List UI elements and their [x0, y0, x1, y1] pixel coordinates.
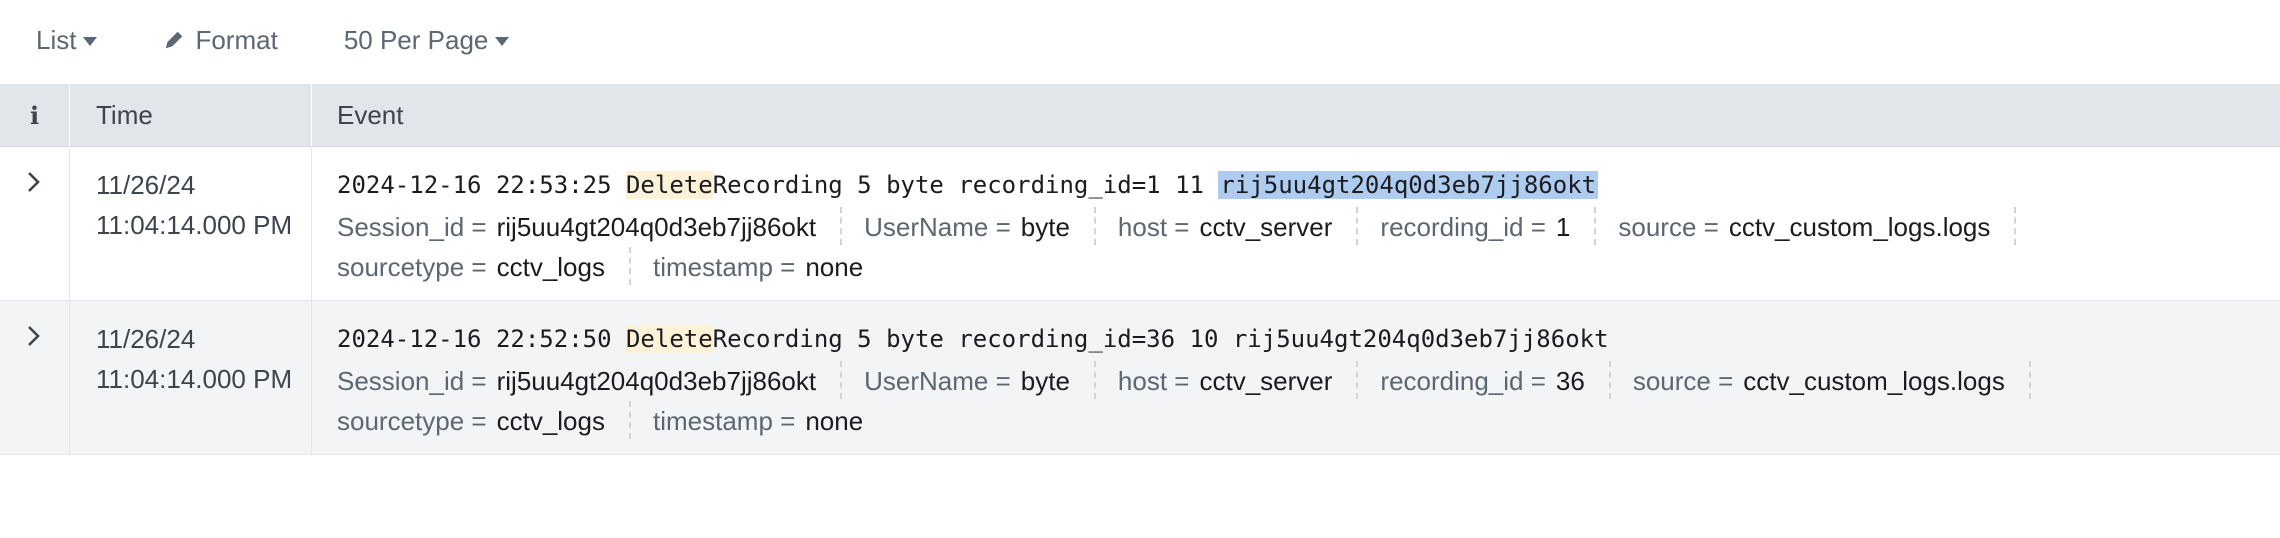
field-recording-id[interactable]: recording_id = 36 [1380, 361, 1584, 401]
search-term-highlight[interactable]: Delete [625, 171, 713, 199]
field-key: sourcetype = [337, 406, 487, 436]
event-header-label: Event [337, 100, 404, 130]
raw-body: Recording 5 byte recording_id=36 10 rij5… [712, 325, 1609, 353]
event-fields: Session_id = rij5uu4gt204q0d3eb7jj86okt U… [337, 207, 2137, 287]
raw-event-text[interactable]: 2024-12-16 22:52:50 DeleteRecording 5 by… [337, 321, 2280, 357]
field-key: source = [1618, 212, 1719, 242]
event-cell: 2024-12-16 22:52:50 DeleteRecording 5 by… [312, 301, 2280, 441]
pencil-icon [166, 31, 183, 49]
field-value[interactable]: cctv_custom_logs.logs [1743, 361, 2005, 401]
list-view-dropdown[interactable]: List [36, 24, 98, 56]
time-header-label: Time [96, 100, 153, 130]
field-value[interactable]: 36 [1556, 361, 1585, 401]
field-separator [1594, 207, 1597, 245]
row-expand-cell [0, 301, 70, 454]
field-key: Session_id = [337, 366, 487, 396]
field-key: UserName = [864, 212, 1011, 242]
table-header: i Time Event [0, 84, 2280, 147]
per-page-dropdown[interactable]: 50 Per Page [344, 25, 510, 56]
per-page-label: 50 Per Page [343, 24, 489, 55]
field-separator [1608, 361, 1611, 399]
event-fields: Session_id = rij5uu4gt204q0d3eb7jj86okt U… [337, 361, 2137, 441]
field-username[interactable]: UserName = byte [864, 207, 1070, 247]
field-value[interactable]: cctv_logs [497, 247, 605, 287]
raw-event-text[interactable]: 2024-12-16 22:53:25 DeleteRecording 5 by… [337, 167, 2280, 203]
caret-down-icon [495, 36, 510, 46]
field-separator [2028, 361, 2031, 399]
field-source[interactable]: source = cctv_custom_logs.logs [1618, 207, 1990, 247]
time-column-header[interactable]: Time [70, 84, 312, 147]
field-separator [2014, 207, 2017, 245]
field-separator [1356, 207, 1359, 245]
results-toolbar: List Format 50 Per Page [0, 0, 2280, 80]
field-key: sourcetype = [337, 252, 487, 282]
field-key: host = [1117, 366, 1190, 396]
info-icon: i [29, 101, 40, 130]
row-expand-cell [0, 147, 70, 300]
field-value[interactable]: byte [1021, 361, 1070, 401]
selected-text[interactable]: rij5uu4gt204q0d3eb7jj86okt [1218, 171, 1599, 199]
time-cell: 11/26/24 11:04:14.000 PM [70, 147, 312, 300]
raw-timestamp: 2024-12-16 22:52:50 [337, 325, 626, 353]
event-date: 11/26/24 [96, 324, 196, 354]
info-column-header[interactable]: i [0, 84, 70, 147]
field-value[interactable]: cctv_server [1199, 207, 1332, 247]
event-time: 11:04:14.000 PM [96, 210, 293, 240]
field-value[interactable]: byte [1021, 207, 1070, 247]
field-separator [1093, 207, 1096, 245]
field-separator [840, 361, 843, 399]
field-source[interactable]: source = cctv_custom_logs.logs [1633, 361, 2005, 401]
field-session-id[interactable]: Session_id = rij5uu4gt204q0d3eb7jj86okt [337, 207, 816, 247]
field-value[interactable]: cctv_logs [497, 401, 605, 441]
raw-body: Recording 5 byte recording_id=1 11 [712, 171, 1219, 199]
field-separator [1093, 361, 1096, 399]
field-session-id[interactable]: Session_id = rij5uu4gt204q0d3eb7jj86okt [337, 361, 816, 401]
field-key: host = [1117, 212, 1190, 242]
field-value[interactable]: none [805, 247, 863, 287]
field-key: timestamp = [652, 252, 796, 282]
chevron-right-icon[interactable] [24, 169, 44, 195]
caret-down-icon [83, 36, 98, 46]
field-key: UserName = [864, 366, 1011, 396]
field-host[interactable]: host = cctv_server [1118, 361, 1332, 401]
table-row: 11/26/24 11:04:14.000 PM 2024-12-16 22:5… [0, 301, 2280, 455]
table-row: 11/26/24 11:04:14.000 PM 2024-12-16 22:5… [0, 147, 2280, 301]
field-key: recording_id = [1380, 366, 1546, 396]
field-separator [1356, 361, 1359, 399]
field-timestamp[interactable]: timestamp = none [653, 247, 863, 287]
events-table: i Time Event 11/26/24 11:04:14.000 PM 20… [0, 84, 2280, 455]
search-term-highlight[interactable]: Delete [625, 325, 713, 353]
format-button[interactable]: Format [163, 24, 278, 56]
event-column-header: Event [312, 84, 404, 147]
field-separator [840, 207, 843, 245]
field-value[interactable]: cctv_server [1199, 361, 1332, 401]
raw-timestamp: 2024-12-16 22:53:25 [337, 171, 626, 199]
field-value[interactable]: 1 [1556, 207, 1570, 247]
field-host[interactable]: host = cctv_server [1118, 207, 1332, 247]
chevron-right-icon[interactable] [24, 323, 44, 349]
field-value[interactable]: none [805, 401, 863, 441]
field-value[interactable]: rij5uu4gt204q0d3eb7jj86okt [497, 361, 817, 401]
time-cell: 11/26/24 11:04:14.000 PM [70, 301, 312, 454]
list-label: List [36, 24, 77, 55]
event-date: 11/26/24 [96, 170, 196, 200]
field-separator [628, 247, 631, 285]
field-value[interactable]: rij5uu4gt204q0d3eb7jj86okt [497, 207, 817, 247]
field-username[interactable]: UserName = byte [864, 361, 1070, 401]
field-separator [628, 401, 631, 439]
field-key: timestamp = [652, 406, 796, 436]
field-key: recording_id = [1380, 212, 1546, 242]
field-key: source = [1632, 366, 1734, 396]
event-cell: 2024-12-16 22:53:25 DeleteRecording 5 by… [312, 147, 2280, 287]
event-time: 11:04:14.000 PM [96, 364, 293, 394]
field-sourcetype[interactable]: sourcetype = cctv_logs [337, 247, 605, 287]
field-key: Session_id = [337, 212, 487, 242]
field-value[interactable]: cctv_custom_logs.logs [1729, 207, 1991, 247]
field-sourcetype[interactable]: sourcetype = cctv_logs [337, 401, 605, 441]
field-timestamp[interactable]: timestamp = none [653, 401, 863, 441]
field-recording-id[interactable]: recording_id = 1 [1380, 207, 1570, 247]
format-label: Format [195, 24, 278, 55]
